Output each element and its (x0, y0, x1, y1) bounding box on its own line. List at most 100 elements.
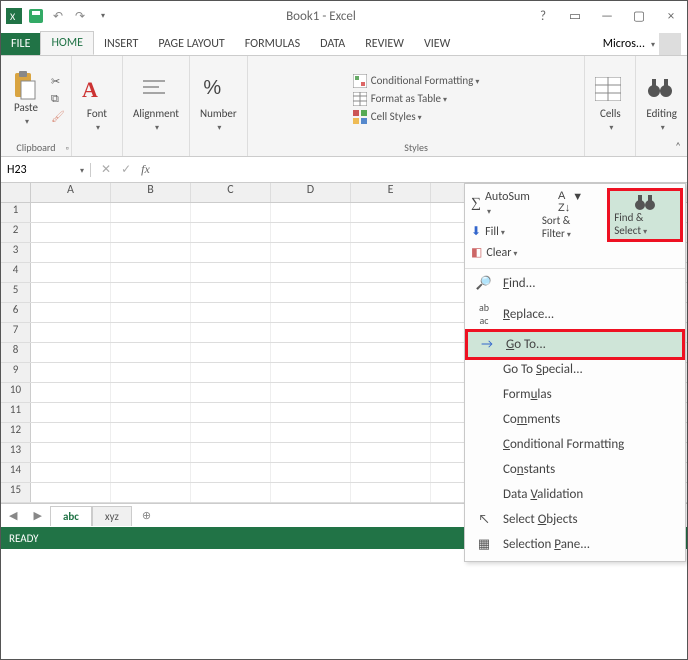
cells-button[interactable]: Cells (591, 75, 629, 135)
tab-file[interactable]: FILE (1, 33, 40, 55)
paste-button[interactable]: Paste (7, 69, 45, 129)
redo-icon[interactable]: ↷ (71, 7, 89, 25)
cell[interactable] (31, 383, 111, 402)
cell[interactable] (191, 203, 271, 222)
undo-icon[interactable]: ↶ (49, 7, 67, 25)
menu-select-objects[interactable]: ↖ Select Objects (465, 507, 685, 532)
number-button[interactable]: % Number (196, 75, 241, 135)
cell[interactable] (31, 243, 111, 262)
cell[interactable] (351, 403, 431, 422)
cell[interactable] (191, 463, 271, 482)
col-header[interactable]: D (271, 183, 351, 202)
row-header[interactable]: 12 (1, 423, 31, 442)
cell[interactable] (191, 323, 271, 342)
cell-styles-button[interactable]: Cell Styles (353, 110, 480, 124)
cell[interactable] (191, 223, 271, 242)
cell[interactable] (271, 443, 351, 462)
format-as-table-button[interactable]: Format as Table (353, 92, 480, 106)
cell[interactable] (191, 283, 271, 302)
name-box[interactable]: H23 (1, 163, 91, 177)
cell[interactable] (111, 223, 191, 242)
sheet-tab[interactable]: xyz (92, 506, 132, 526)
row-header[interactable]: 15 (1, 483, 31, 502)
cell[interactable] (351, 223, 431, 242)
menu-comments[interactable]: Comments (465, 407, 685, 432)
cell[interactable] (351, 343, 431, 362)
menu-replace[interactable]: abac Replace... (465, 296, 685, 332)
tab-review[interactable]: REVIEW (355, 33, 414, 55)
cell[interactable] (271, 223, 351, 242)
ribbon-options-icon[interactable]: ▭ (563, 9, 587, 24)
cell[interactable] (31, 203, 111, 222)
qat-customize-icon[interactable] (93, 7, 111, 25)
new-sheet-button[interactable]: ⊕ (132, 509, 161, 522)
cut-icon[interactable]: ✂ (51, 75, 65, 88)
cell[interactable] (31, 223, 111, 242)
cell[interactable] (351, 203, 431, 222)
alignment-button[interactable]: Alignment (129, 75, 183, 135)
cell[interactable] (31, 323, 111, 342)
cell[interactable] (191, 303, 271, 322)
col-header[interactable]: E (351, 183, 431, 202)
menu-constants[interactable]: Constants (465, 457, 685, 482)
select-all-corner[interactable] (1, 183, 31, 202)
sheet-nav-prev[interactable]: ◀ (1, 509, 25, 522)
cell[interactable] (31, 363, 111, 382)
cell[interactable] (271, 403, 351, 422)
cell[interactable] (191, 263, 271, 282)
tab-page-layout[interactable]: PAGE LAYOUT (148, 33, 234, 55)
cell[interactable] (271, 483, 351, 502)
menu-selection-pane[interactable]: ▦ Selection Pane... (465, 532, 685, 557)
cell[interactable] (351, 383, 431, 402)
sheet-nav-next[interactable]: ▶ (25, 509, 49, 522)
cancel-formula-icon[interactable]: ✕ (101, 162, 111, 177)
cell[interactable] (271, 303, 351, 322)
row-header[interactable]: 14 (1, 463, 31, 482)
cell[interactable] (191, 343, 271, 362)
cell[interactable] (191, 403, 271, 422)
row-header[interactable]: 10 (1, 383, 31, 402)
cell[interactable] (271, 283, 351, 302)
menu-find[interactable]: 🔎 FFind...ind... (465, 271, 685, 296)
cell[interactable] (111, 483, 191, 502)
cell[interactable] (31, 463, 111, 482)
cell[interactable] (271, 263, 351, 282)
cell[interactable] (191, 243, 271, 262)
row-header[interactable]: 11 (1, 403, 31, 422)
close-icon[interactable]: × (659, 9, 683, 24)
save-icon[interactable] (27, 7, 45, 25)
collapse-ribbon-icon[interactable]: ˄ (675, 140, 681, 153)
fill-button[interactable]: ⬇ Fill (467, 222, 534, 241)
find-select-button[interactable]: Find & Select (607, 188, 683, 242)
cell[interactable] (271, 423, 351, 442)
font-button[interactable]: A Font (78, 75, 116, 135)
cell[interactable] (111, 363, 191, 382)
sheet-tab-active[interactable]: abc (50, 506, 92, 526)
cell[interactable] (351, 423, 431, 442)
col-header[interactable]: A (31, 183, 111, 202)
sort-filter-button[interactable]: AZ↓ ▼ Sort & Filter (538, 188, 603, 242)
row-header[interactable]: 4 (1, 263, 31, 282)
cell[interactable] (351, 283, 431, 302)
cell[interactable] (111, 243, 191, 262)
editing-button[interactable]: Editing (642, 75, 681, 135)
cell[interactable] (351, 323, 431, 342)
cell[interactable] (31, 303, 111, 322)
cell[interactable] (271, 463, 351, 482)
minimize-icon[interactable]: — (595, 9, 619, 24)
cell[interactable] (111, 203, 191, 222)
col-header[interactable]: B (111, 183, 191, 202)
menu-go-to-special[interactable]: Go To Special... (465, 357, 685, 382)
tab-view[interactable]: VIEW (414, 33, 460, 55)
cell[interactable] (111, 423, 191, 442)
col-header[interactable]: C (191, 183, 271, 202)
cell[interactable] (351, 243, 431, 262)
account-area[interactable]: Micros... (597, 33, 687, 55)
row-header[interactable]: 6 (1, 303, 31, 322)
cell[interactable] (31, 263, 111, 282)
cell[interactable] (271, 383, 351, 402)
cell[interactable] (111, 323, 191, 342)
menu-conditional-formatting[interactable]: Conditional Formatting (465, 432, 685, 457)
help-icon[interactable]: ? (531, 9, 555, 24)
cell[interactable] (111, 303, 191, 322)
